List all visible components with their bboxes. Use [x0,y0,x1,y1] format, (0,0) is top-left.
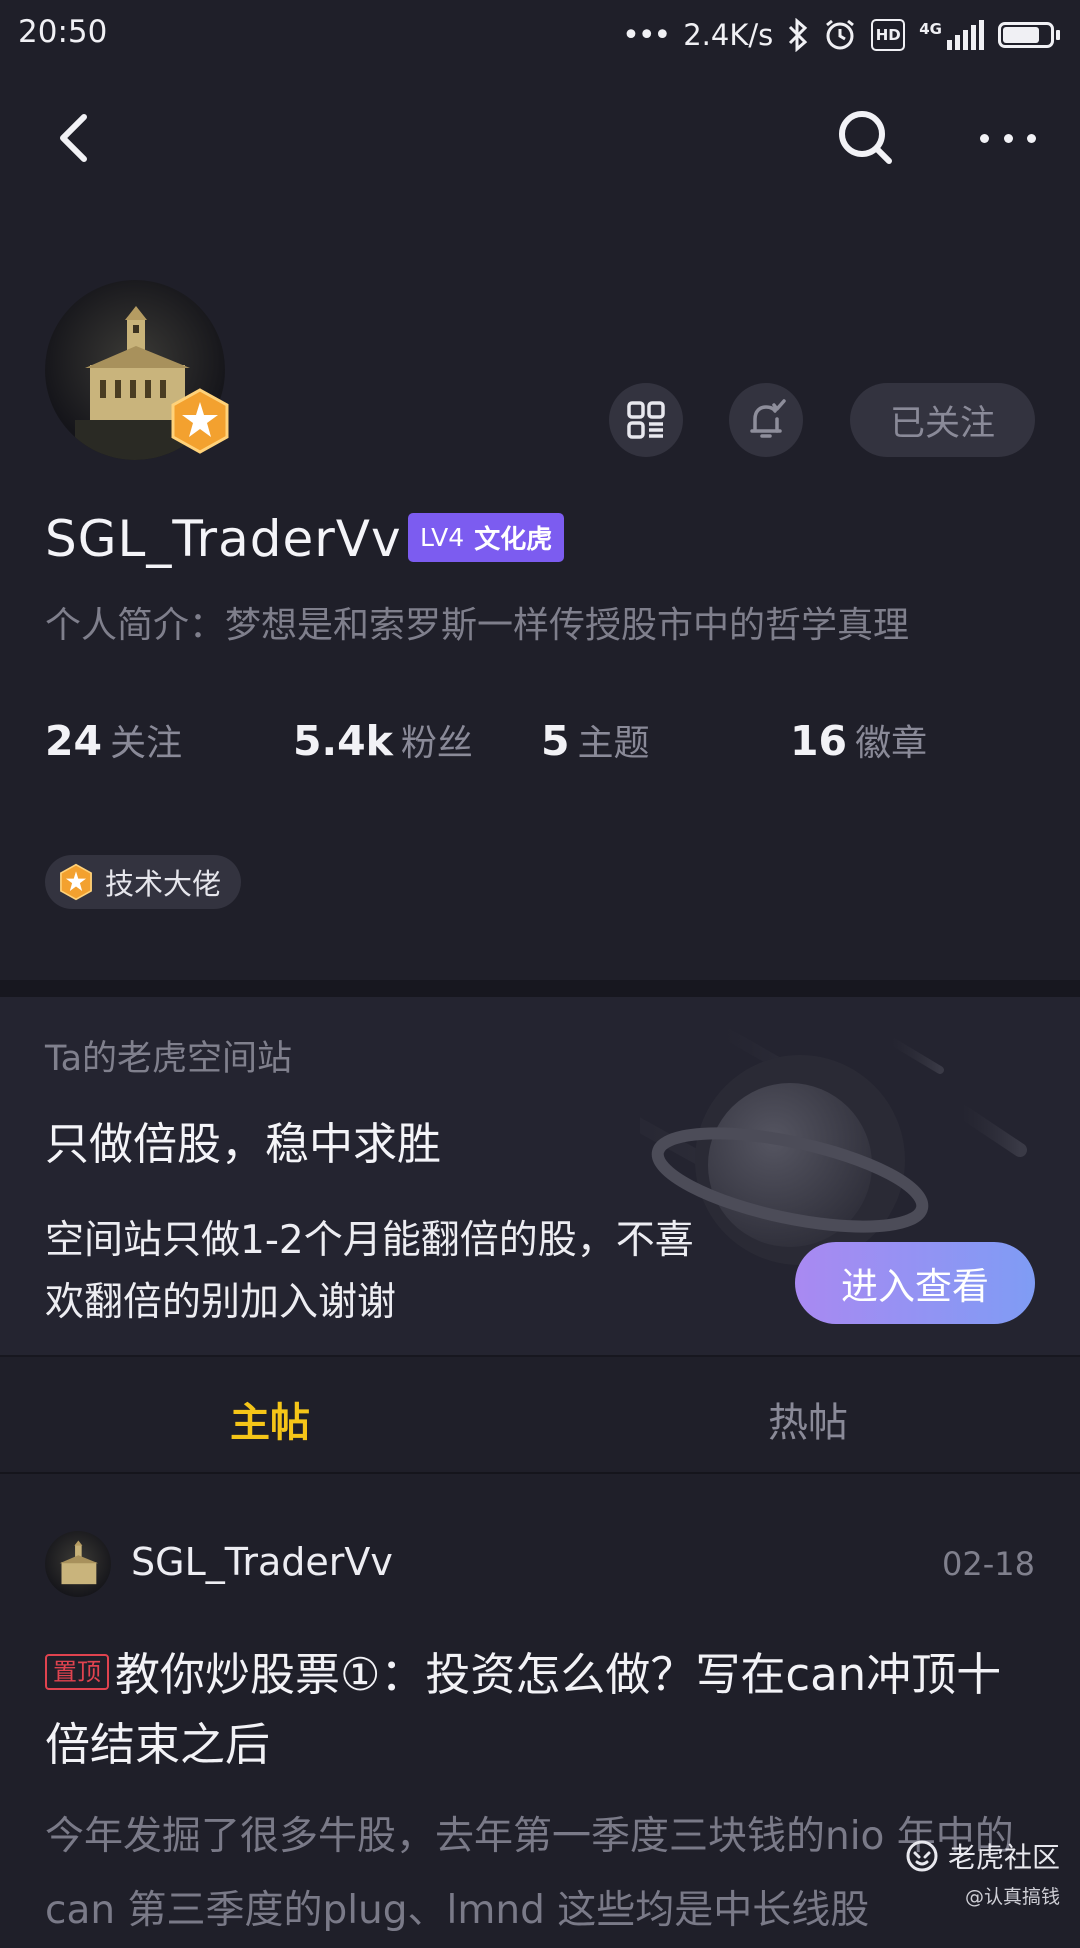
search-icon [839,111,892,164]
post-excerpt: 今年发掘了很多牛股，去年第一季度三块钱的nio 年中的can 第三季度的plug… [45,1814,1014,1933]
signal-icon: 4G [919,20,984,50]
tiger-star-badge-icon [60,863,92,901]
station-label: Ta的老虎空间站 [45,1039,293,1079]
profile-username: SGL_TraderVv [45,510,402,568]
post-title[interactable]: 置顶 教你炒股票①：投资怎么做？写在can冲顶十倍结束之后 [45,1640,1035,1780]
bell-check-icon [750,399,786,438]
notification-bell-button[interactable] [729,383,803,457]
section-divider [0,980,1080,997]
qr-code-button[interactable] [609,383,683,457]
tiger-logo-icon [906,1840,938,1872]
qr-code-icon [627,401,665,439]
stat-value: 24 [45,717,103,765]
watermark: 老虎社区 [904,1836,1060,1876]
post-author-avatar[interactable] [45,1531,111,1597]
more-dot [1003,133,1013,143]
stat-following[interactable]: 24 关注 [45,714,182,766]
profile-bio: 个人简介：梦想是和索罗斯一样传授股市中的哲学真理 [45,605,910,646]
stat-followers[interactable]: 5.4k 粉丝 [293,714,473,766]
status-time: 20:50 [18,14,108,50]
station-description: 空间站只做1-2个月能翻倍的股，不喜欢翻倍的别加入谢谢 [45,1218,694,1325]
skill-tag[interactable]: 技术大佬 [45,855,242,909]
chevron-left-icon [60,114,87,162]
stat-label: 徽章 [855,723,928,764]
tiger-star-badge-icon [166,387,234,455]
skill-tag-label: 技术大佬 [105,867,222,901]
stat-value: 5 [541,717,570,765]
more-dot [980,133,989,143]
hd-icon: HD [871,19,906,51]
tab-main-posts[interactable]: 主帖 [230,1390,310,1448]
more-dots-status-icon: ••• [622,17,671,53]
back-button[interactable] [48,108,98,168]
stat-label: 主题 [577,723,650,764]
more-dot [1027,133,1036,143]
stat-value: 16 [790,717,848,765]
bluetooth-icon [789,18,808,52]
enter-station-button[interactable]: 进入查看 [795,1242,1035,1324]
watermark-handle: @认真搞钱 [965,1886,1061,1908]
post-title-text: 教你炒股票①：投资怎么做？写在can冲顶十倍结束之后 [45,1648,1002,1771]
level-title: 文化虎 [474,525,553,555]
station-title: 只做倍股，稳中求胜 [45,1119,441,1170]
stat-label: 粉丝 [400,723,473,764]
more-button[interactable] [980,116,1036,160]
stat-label: 关注 [110,723,183,764]
network-type: 4G [919,20,942,38]
network-speed: 2.4K/s [683,18,774,52]
alarm-icon [826,19,855,50]
avatar-building-image [59,1540,99,1585]
status-icons: ••• 2.4K/s HD 4G [622,12,1060,58]
post-date: 02-18 [942,1545,1035,1583]
tab-hot-posts[interactable]: 热帖 [768,1390,848,1448]
battery-icon [998,22,1060,48]
profile-stats: 24 关注 5.4k 粉丝 5 主题 16 徽章 [45,714,1045,774]
stat-badges[interactable]: 16 徽章 [790,714,927,766]
pinned-badge: 置顶 [45,1654,109,1690]
post-author-name[interactable]: SGL_TraderVv [131,1540,393,1584]
tab-divider [0,1472,1080,1474]
level-badge[interactable]: LV4 文化虎 [408,513,565,562]
level-number: LV4 [420,523,465,552]
search-button[interactable] [836,108,894,166]
watermark-brand: 老虎社区 [948,1841,1061,1874]
tab-divider [0,1355,1080,1357]
stat-topics[interactable]: 5 主题 [541,714,650,766]
following-button[interactable]: 已关注 [850,383,1035,457]
stat-value: 5.4k [293,717,393,765]
